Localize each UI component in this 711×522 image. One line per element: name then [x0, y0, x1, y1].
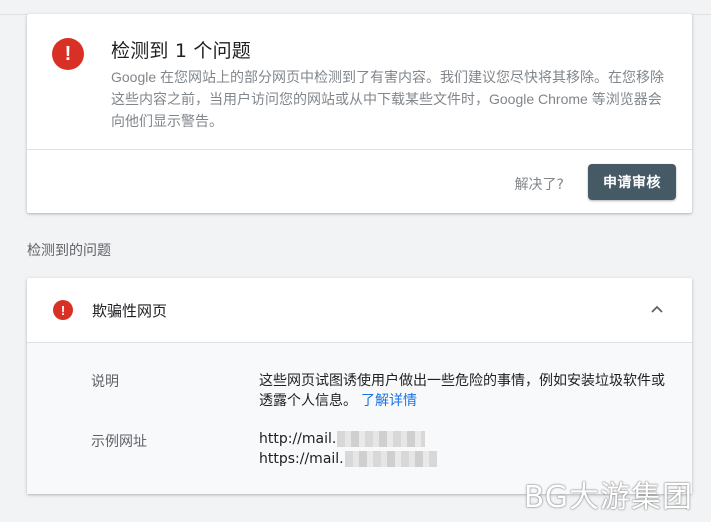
- description-value: 这些网页试图诱使用户做出一些危险的事情，例如安装垃圾软件或透露个人信息。 了解详情: [259, 371, 669, 411]
- summary-title: 检测到 1 个问题: [111, 40, 251, 62]
- issue-card: ! 欺骗性网页 说明 这些网页试图诱使用户做出一些危险的事情，例如安装垃圾软件或…: [27, 278, 692, 494]
- detected-issues-heading: 检测到的问题: [27, 243, 111, 259]
- request-review-button[interactable]: 申请审核: [588, 164, 676, 200]
- issue-header[interactable]: ! 欺骗性网页: [27, 278, 692, 342]
- card-divider: [27, 149, 692, 150]
- resolved-link[interactable]: 解决了?: [515, 174, 564, 194]
- issue-title: 欺骗性网页: [92, 302, 168, 320]
- description-text: 这些网页试图诱使用户做出一些危险的事情，例如安装垃圾软件或透露个人信息。: [259, 373, 665, 409]
- alert-circle-icon: !: [52, 38, 84, 70]
- sample-urls-list: http://mail. https://mail.: [259, 429, 437, 469]
- chevron-up-icon[interactable]: [650, 302, 664, 316]
- issue-summary-card: ! 检测到 1 个问题 Google 在您网站上的部分网页中检测到了有害内容。我…: [27, 14, 692, 213]
- redacted-region: [344, 451, 437, 467]
- sample-url-text: http://mail.: [259, 431, 337, 447]
- sample-urls-label: 示例网址: [91, 434, 147, 450]
- summary-description: Google 在您网站上的部分网页中检测到了有害内容。我们建议您尽快将其移除。在…: [111, 69, 665, 129]
- learn-more-link[interactable]: 了解详情: [361, 393, 417, 409]
- alert-circle-icon: !: [53, 300, 73, 320]
- redacted-region: [337, 431, 426, 447]
- sample-url: http://mail.: [259, 429, 437, 449]
- watermark: BG大游集团: [523, 480, 693, 515]
- description-label: 说明: [91, 374, 119, 390]
- sample-url: https://mail.: [259, 449, 437, 469]
- sample-url-text: https://mail.: [259, 451, 344, 467]
